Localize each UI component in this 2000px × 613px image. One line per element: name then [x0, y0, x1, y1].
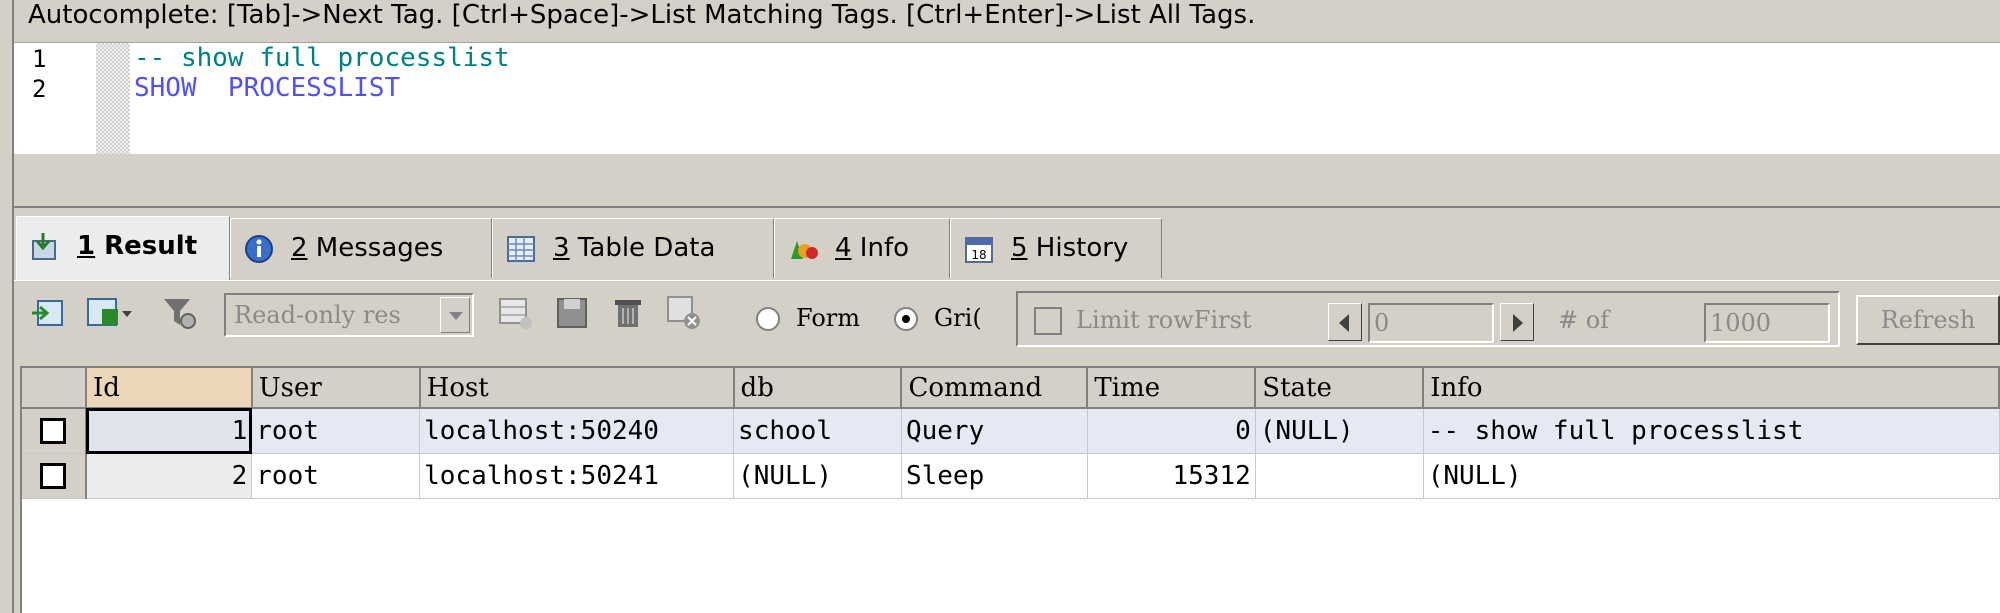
- cell-info[interactable]: -- show full processlist: [1423, 408, 2000, 454]
- refresh-button[interactable]: Refresh: [1856, 295, 2000, 345]
- result-mode-select[interactable]: Read-only res: [224, 293, 474, 337]
- row-count-label: # of: [1558, 306, 1610, 334]
- previous-page-button[interactable]: [1328, 303, 1362, 341]
- row-count-input[interactable]: 1000: [1704, 303, 1830, 343]
- first-row-input[interactable]: 0: [1368, 303, 1494, 343]
- cell-user[interactable]: root: [251, 453, 421, 499]
- row-selector[interactable]: [22, 408, 87, 454]
- tab-label: Result: [95, 231, 198, 261]
- result-mode-value: Read-only res: [234, 301, 401, 329]
- table-icon: [507, 236, 535, 262]
- line-number: 2: [32, 75, 47, 103]
- result-toolbar: Read-only res Form Gri( Limit rowFirst 0…: [14, 280, 2000, 359]
- tab-number: 2: [291, 233, 308, 263]
- line-number-gutter: 1 2: [14, 43, 96, 155]
- row-selector[interactable]: [22, 453, 87, 499]
- filter-icon[interactable]: [160, 293, 200, 333]
- tab-result[interactable]: 1 Result: [16, 216, 230, 280]
- result-tabs: 1 Result 2 Messages 3 Table Data 4 Info …: [14, 216, 2000, 280]
- left-window-edge: [0, 0, 14, 613]
- result-icon: [32, 233, 56, 260]
- tab-number: 5: [1011, 233, 1028, 263]
- select-all-corner[interactable]: [22, 368, 87, 409]
- limit-rows-label: Limit rowFirst: [1076, 306, 1252, 334]
- sql-editor[interactable]: 1 2 -- show full processlist SHOW PROCES…: [14, 42, 2000, 155]
- row-checkbox[interactable]: [40, 463, 67, 489]
- cell-time[interactable]: 15312: [1087, 453, 1256, 499]
- cell-state[interactable]: (NULL): [1255, 408, 1424, 454]
- tab-label: Messages: [307, 233, 444, 263]
- calendar-icon: 18: [965, 237, 993, 263]
- autocomplete-hint-bar: Autocomplete: [Tab]->Next Tag. [Ctrl+Spa…: [14, 0, 2000, 42]
- tab-table-data[interactable]: 3 Table Data: [492, 218, 774, 278]
- table-row[interactable]: 1 root localhost:50240 school Query 0 (N…: [22, 408, 2000, 454]
- calendar-day: 18: [971, 248, 986, 262]
- tab-number: 3: [553, 233, 570, 263]
- line-number: 1: [32, 45, 47, 73]
- tab-number: 1: [77, 231, 96, 261]
- code-line-keyword[interactable]: SHOW PROCESSLIST: [134, 73, 400, 103]
- grid-header-row: Id User Host db Command Time State Info: [22, 368, 2000, 409]
- column-header-time[interactable]: Time: [1087, 368, 1257, 409]
- cell-id[interactable]: 2: [85, 453, 253, 499]
- cell-state[interactable]: [1255, 453, 1424, 499]
- column-header-info[interactable]: Info: [1423, 368, 2000, 409]
- result-table: Id User Host db Command Time State Info …: [22, 368, 2000, 499]
- column-header-db[interactable]: db: [733, 368, 903, 409]
- column-header-command[interactable]: Command: [901, 368, 1089, 409]
- delete-icon[interactable]: [608, 293, 648, 333]
- cell-id[interactable]: 1: [85, 408, 253, 454]
- row-checkbox[interactable]: [40, 418, 67, 444]
- cell-host[interactable]: localhost:50241: [419, 453, 735, 499]
- tab-label: History: [1027, 233, 1129, 263]
- limit-rows-group: Limit rowFirst 0 # of 1000: [1016, 291, 1840, 347]
- save-icon[interactable]: [552, 293, 592, 333]
- editor-splitter[interactable]: [14, 154, 2000, 208]
- tab-label: Info: [851, 233, 910, 263]
- cell-host[interactable]: localhost:50240: [419, 408, 735, 454]
- tab-number: 4: [835, 233, 852, 263]
- column-header-state[interactable]: State: [1255, 368, 1425, 409]
- column-header-id[interactable]: Id: [85, 368, 253, 409]
- import-dropdown-icon[interactable]: [84, 293, 140, 333]
- table-row[interactable]: 2 root localhost:50241 (NULL) Sleep 1531…: [22, 453, 2000, 499]
- cell-db[interactable]: school: [733, 408, 902, 454]
- info-circle-icon: [245, 235, 273, 263]
- chevron-down-icon[interactable]: [440, 297, 470, 333]
- form-view-radio[interactable]: [756, 307, 780, 331]
- column-header-user[interactable]: User: [251, 368, 421, 409]
- cell-db[interactable]: (NULL): [733, 453, 902, 499]
- cell-time[interactable]: 0: [1087, 408, 1256, 454]
- form-view-label: Form: [796, 304, 861, 332]
- tab-label: Table Data: [569, 233, 716, 263]
- grid-view-label: Gri(: [934, 304, 982, 332]
- tab-messages[interactable]: 2 Messages: [230, 218, 492, 278]
- cell-command[interactable]: Sleep: [901, 453, 1088, 499]
- limit-rows-checkbox[interactable]: [1034, 307, 1062, 335]
- export-icon[interactable]: [28, 293, 68, 333]
- cell-user[interactable]: root: [251, 408, 421, 454]
- cell-command[interactable]: Query: [901, 408, 1088, 454]
- next-page-button[interactable]: [1500, 303, 1534, 341]
- tab-info[interactable]: 4 Info: [774, 218, 950, 278]
- tab-history[interactable]: 18 5 History: [950, 218, 1162, 278]
- grid-view-radio[interactable]: [894, 307, 918, 331]
- delete-rows-icon[interactable]: [664, 293, 704, 333]
- cell-info[interactable]: (NULL): [1423, 453, 2000, 499]
- shapes-icon: [791, 241, 818, 259]
- fold-margin[interactable]: [96, 43, 130, 155]
- column-header-host[interactable]: Host: [419, 368, 735, 409]
- add-row-icon[interactable]: [496, 293, 536, 333]
- code-line-comment[interactable]: -- show full processlist: [134, 43, 510, 73]
- result-grid[interactable]: Id User Host db Command Time State Info …: [20, 366, 2000, 613]
